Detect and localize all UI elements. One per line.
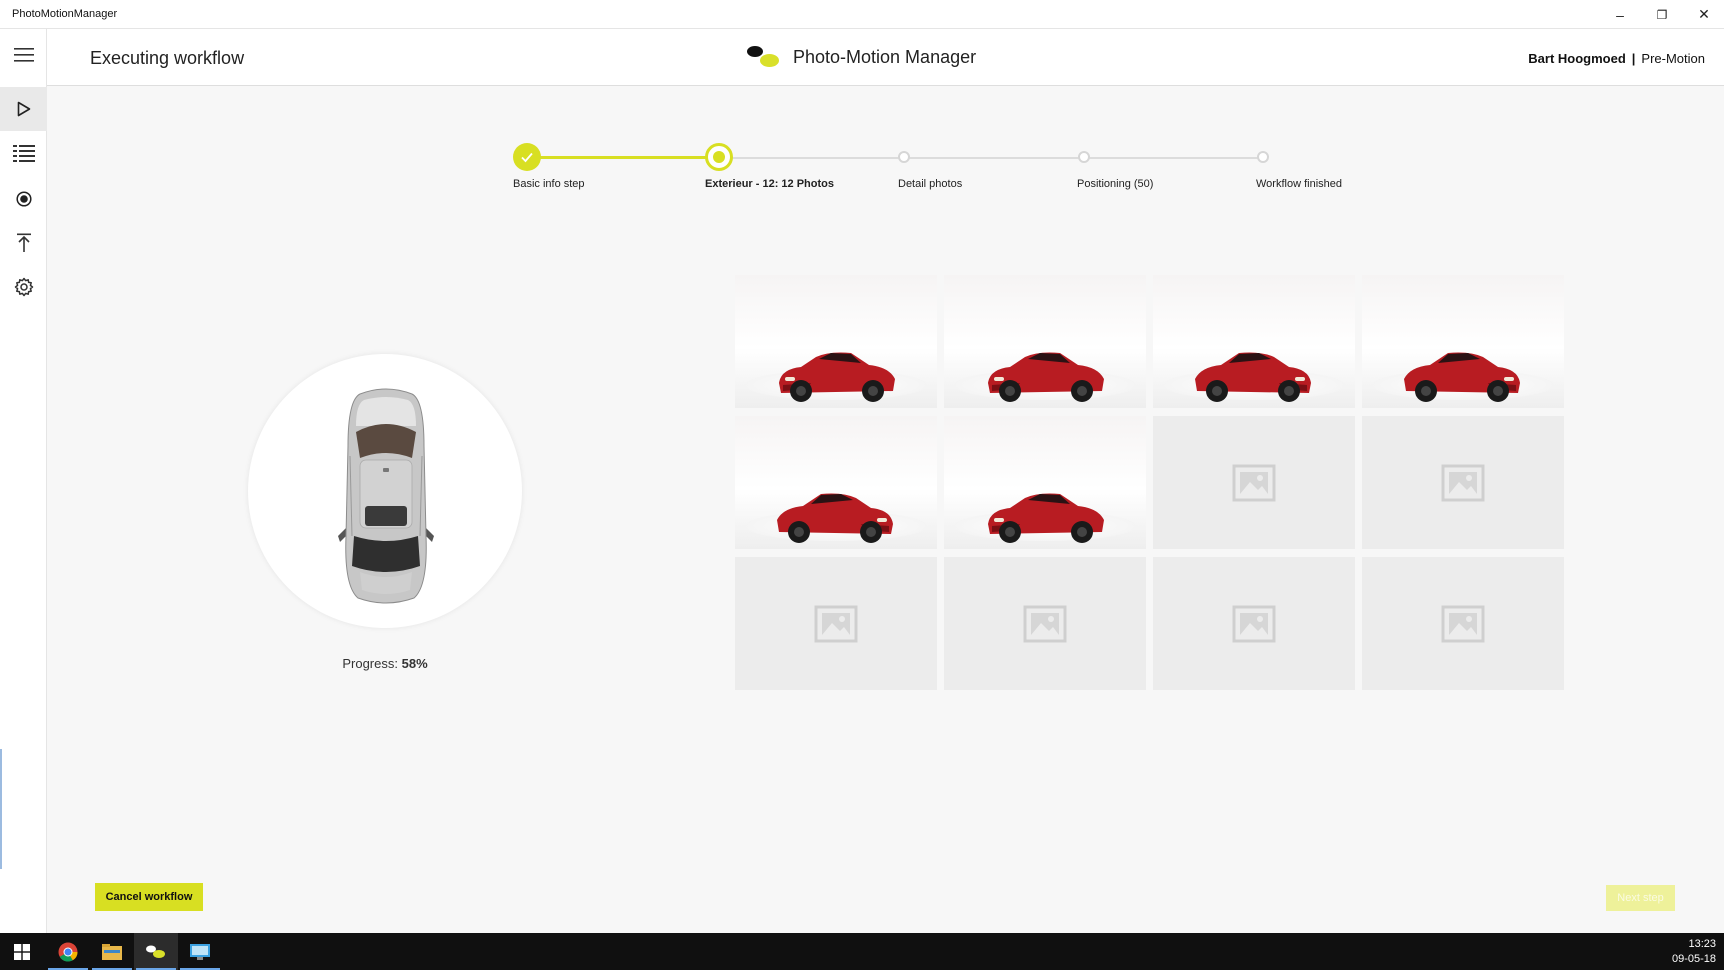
photo-placeholder[interactable]: [1153, 557, 1355, 690]
window-titlebar: PhotoMotionManager – ❐ ✕: [0, 0, 1724, 29]
user-info: Bart Hoogmoed | Pre-Motion: [1528, 51, 1705, 66]
progress-readout: Progress: 58%: [280, 656, 490, 671]
image-placeholder-icon: [1441, 605, 1485, 642]
minimize-button[interactable]: –: [1600, 0, 1640, 29]
gear-icon: [14, 277, 33, 297]
photo-thumbnail[interactable]: [944, 275, 1146, 408]
hamburger-icon: [13, 48, 34, 62]
windows-start-icon: [14, 943, 30, 960]
image-placeholder-icon: [1023, 605, 1067, 642]
rail-accent-bar: [0, 749, 2, 869]
chrome-icon: [58, 942, 78, 962]
maximize-icon: ❐: [1656, 7, 1668, 22]
taskbar-clock[interactable]: 13:23 09-05-18: [1672, 937, 1716, 967]
car-photo-thumbnail: [779, 352, 895, 402]
user-company: Pre-Motion: [1641, 51, 1705, 66]
brand-name: Photo-Motion Manager: [793, 46, 977, 67]
photo-placeholder[interactable]: [1362, 557, 1564, 690]
list-icon: [12, 145, 35, 162]
step-label: Basic info step: [513, 178, 585, 190]
photo-placeholder[interactable]: [735, 557, 937, 690]
car-photo-thumbnail: [988, 493, 1104, 543]
minimize-icon: –: [1616, 6, 1624, 23]
photo-thumbnail[interactable]: [735, 416, 937, 549]
image-placeholder-icon: [1441, 464, 1485, 501]
step-dot-current[interactable]: [705, 143, 733, 171]
image-placeholder-icon: [814, 605, 858, 642]
image-placeholder-icon: [1232, 605, 1276, 642]
sidebar-item-workflows[interactable]: [0, 131, 47, 175]
car-photo-thumbnail: [988, 352, 1104, 402]
step-label: Detail photos: [898, 178, 963, 190]
car-photo-thumbnail: [1195, 352, 1311, 402]
window-title: PhotoMotionManager: [12, 8, 118, 20]
photo-placeholder[interactable]: [1153, 416, 1355, 549]
taskbar-app-remote-desktop[interactable]: [178, 933, 222, 970]
next-step-button[interactable]: Next step: [1606, 885, 1675, 911]
progress-label: Progress:: [342, 656, 398, 671]
user-name: Bart Hoogmoed: [1528, 51, 1626, 66]
clock-date: 09-05-18: [1671, 953, 1716, 965]
app-header: Executing workflow Photo-Motion Manager …: [47, 29, 1724, 86]
maximize-button[interactable]: ❐: [1642, 0, 1682, 29]
brand-logo: [747, 44, 781, 70]
photo-grid: [735, 275, 1565, 690]
file-explorer-icon: [102, 943, 122, 960]
car-top-view-icon: [338, 388, 434, 604]
step-dot-done[interactable]: [513, 143, 541, 171]
upload-icon: [16, 233, 31, 252]
step-label: Positioning (50): [1077, 178, 1154, 190]
progress-value: 58%: [401, 656, 428, 671]
step-label-current: Exterieur - 12: 12 Photos: [705, 178, 834, 190]
car-photo-thumbnail: [777, 493, 893, 543]
sidebar-item-execute[interactable]: [0, 87, 47, 131]
stepper-line-done: [527, 156, 719, 159]
clock-time: 13:23: [1688, 938, 1716, 950]
photo-placeholder[interactable]: [1362, 416, 1564, 549]
taskbar-app-photo-motion-manager[interactable]: [134, 933, 178, 970]
sidebar-item-settings[interactable]: [0, 265, 47, 309]
photo-thumbnail[interactable]: [944, 416, 1146, 549]
stepper-line-pending: [719, 157, 1263, 159]
user-separator: |: [1631, 51, 1636, 66]
start-button[interactable]: [0, 933, 44, 970]
photo-thumbnail[interactable]: [1362, 275, 1564, 408]
remote-desktop-icon: [190, 943, 210, 960]
record-icon: [15, 191, 32, 207]
image-placeholder-icon: [1232, 464, 1276, 501]
sidebar-item-record[interactable]: [0, 177, 47, 221]
close-icon: ✕: [1698, 6, 1710, 22]
close-button[interactable]: ✕: [1684, 0, 1724, 29]
taskbar-app-chrome[interactable]: [46, 933, 90, 970]
cancel-workflow-button[interactable]: Cancel workflow: [95, 883, 203, 911]
step-dot-pending[interactable]: [1257, 151, 1269, 163]
brand: Photo-Motion Manager: [747, 44, 976, 70]
step-dot-pending[interactable]: [898, 151, 910, 163]
sidebar-item-upload[interactable]: [0, 221, 47, 265]
check-icon: [521, 152, 533, 163]
photo-placeholder[interactable]: [944, 557, 1146, 690]
sidebar-item-menu[interactable]: [0, 33, 47, 77]
taskbar: 13:23 09-05-18: [0, 933, 1724, 970]
photo-thumbnail[interactable]: [735, 275, 937, 408]
car-photo-thumbnail: [1404, 352, 1520, 402]
taskbar-app-explorer[interactable]: [90, 933, 134, 970]
step-dot-pending[interactable]: [1078, 151, 1090, 163]
sidebar: [0, 29, 47, 933]
page-title: Executing workflow: [90, 48, 245, 68]
play-icon: [17, 101, 30, 117]
photo-motion-manager-icon: [146, 945, 165, 958]
step-label: Workflow finished: [1256, 178, 1342, 190]
photo-thumbnail[interactable]: [1153, 275, 1355, 408]
